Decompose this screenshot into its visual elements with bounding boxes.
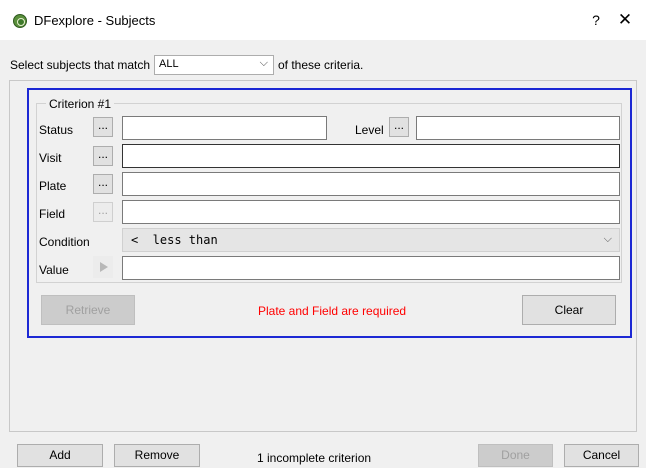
remove-button[interactable]: Remove	[114, 444, 200, 467]
level-label: Level	[355, 123, 384, 137]
level-picker-button[interactable]: ...	[389, 117, 409, 137]
validation-warning: Plate and Field are required	[258, 304, 407, 318]
status-picker-button[interactable]: ...	[93, 117, 113, 137]
condition-value: < less than	[131, 233, 218, 247]
play-icon[interactable]	[93, 256, 113, 278]
window-title: DFexplore - Subjects	[34, 13, 156, 28]
visit-field[interactable]	[122, 144, 620, 168]
chevron-down-icon: ⌵	[603, 233, 612, 245]
field-label: Field	[39, 207, 66, 221]
status-label: Status	[39, 123, 74, 137]
match-mode-value: ALL	[159, 58, 179, 70]
match-prefix-label: Select subjects that match	[10, 58, 151, 72]
add-button[interactable]: Add	[17, 444, 103, 467]
clear-button[interactable]: Clear	[522, 295, 616, 325]
criteria-status: 1 incomplete criterion	[257, 451, 372, 465]
title-bar: DFexplore - Subjects ? ✕	[0, 0, 646, 40]
chevron-down-icon: ⌵	[259, 57, 268, 69]
help-button[interactable]: ?	[586, 10, 606, 30]
retrieve-button[interactable]: Retrieve	[41, 295, 135, 325]
plate-label: Plate	[39, 179, 67, 193]
status-field[interactable]	[122, 116, 327, 140]
plate-field[interactable]	[122, 172, 620, 196]
visit-label: Visit	[39, 151, 62, 165]
field-field[interactable]	[122, 200, 620, 224]
level-field[interactable]	[416, 116, 620, 140]
condition-label: Condition	[39, 235, 90, 249]
match-suffix-label: of these criteria.	[278, 58, 364, 72]
close-button[interactable]: ✕	[615, 10, 635, 30]
match-mode-select[interactable]: ALL ⌵	[154, 55, 274, 75]
value-field[interactable]	[122, 256, 620, 280]
criterion-title: Criterion #1	[46, 97, 115, 111]
app-icon	[13, 14, 27, 28]
value-label: Value	[39, 263, 69, 277]
condition-select[interactable]: < less than ⌵	[122, 228, 620, 252]
visit-picker-button[interactable]: ...	[93, 146, 113, 166]
field-picker-button[interactable]: ...	[93, 202, 113, 222]
done-button[interactable]: Done	[478, 444, 553, 467]
plate-picker-button[interactable]: ...	[93, 174, 113, 194]
cancel-button[interactable]: Cancel	[564, 444, 639, 467]
